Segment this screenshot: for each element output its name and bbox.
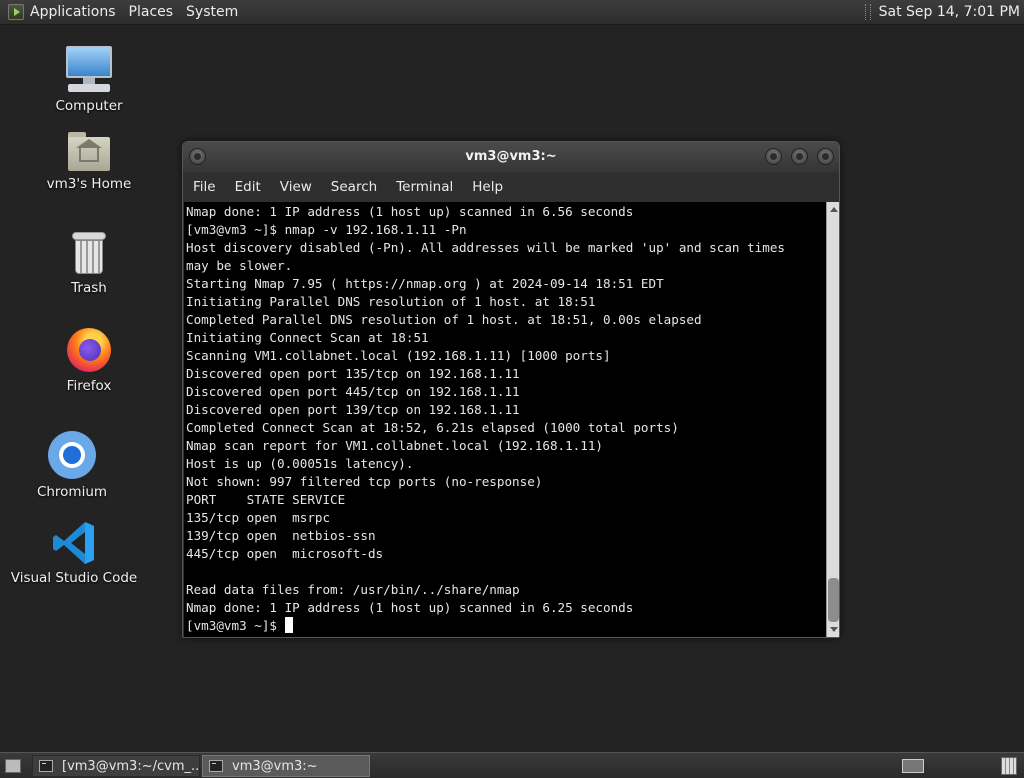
terminal-line: Initiating Parallel DNS resolution of 1 …: [186, 294, 596, 309]
terminal-line: Discovered open port 445/tcp on 192.168.…: [186, 384, 520, 399]
scroll-down-icon[interactable]: [830, 627, 838, 632]
terminal-icon: [39, 760, 53, 772]
terminal-line: Completed Connect Scan at 18:52, 6.21s e…: [186, 420, 679, 435]
terminal-line: Completed Parallel DNS resolution of 1 h…: [186, 312, 702, 327]
terminal-icon: [209, 760, 223, 772]
terminal-line: 135/tcp open msrpc: [186, 510, 331, 525]
desktop-icon-firefox[interactable]: Firefox: [24, 326, 154, 394]
desktop-icon-label: Computer: [55, 98, 123, 114]
terminal-line: Not shown: 997 filtered tcp ports (no-re…: [186, 474, 543, 489]
places-menu[interactable]: Places: [129, 4, 182, 20]
top-panel: Applications Places System Sat Sep 14, 7…: [0, 0, 1024, 25]
terminal-line: Starting Nmap 7.95 ( https://nmap.org ) …: [186, 276, 664, 291]
menu-edit[interactable]: Edit: [225, 179, 270, 195]
close-icon[interactable]: [817, 148, 834, 165]
terminal-menubar: File Edit View Search Terminal Help: [183, 172, 839, 202]
desktop-icon-computer[interactable]: Computer: [24, 46, 154, 114]
window-title: vm3@vm3:~: [465, 149, 557, 164]
terminal-titlebar[interactable]: vm3@vm3:~: [183, 142, 839, 172]
trash-applet-icon[interactable]: [1001, 757, 1017, 775]
terminal-line: Nmap done: 1 IP address (1 host up) scan…: [186, 204, 634, 219]
text-cursor: [284, 617, 293, 633]
terminal-prompt: [vm3@vm3 ~]$: [186, 618, 285, 633]
menu-help[interactable]: Help: [462, 179, 512, 195]
taskbar-item-terminal-1[interactable]: [vm3@vm3:~/cvm_...: [32, 755, 200, 777]
applications-menu[interactable]: Applications: [30, 4, 124, 20]
desktop-icon-chromium[interactable]: Chromium: [7, 430, 137, 500]
trash-icon: [69, 230, 109, 276]
workspace-switcher[interactable]: [902, 759, 924, 773]
panel-handle[interactable]: [864, 4, 871, 20]
terminal-scrollbar[interactable]: [826, 202, 839, 637]
desktop-icon-trash[interactable]: Trash: [24, 230, 154, 296]
desktop-icon-label: Trash: [71, 280, 107, 296]
show-desktop-icon[interactable]: [5, 759, 21, 773]
desktop-icon-label: Chromium: [36, 484, 108, 500]
maximize-icon[interactable]: [791, 148, 808, 165]
computer-icon: [64, 46, 114, 94]
vscode-icon: [50, 520, 98, 566]
bottom-panel: [vm3@vm3:~/cvm_... vm3@vm3:~: [0, 752, 1024, 778]
terminal-output[interactable]: Nmap done: 1 IP address (1 host up) scan…: [184, 202, 826, 637]
menu-terminal[interactable]: Terminal: [386, 179, 462, 195]
chromium-icon: [47, 430, 97, 480]
desktop-icon-vscode[interactable]: Visual Studio Code: [9, 520, 139, 586]
terminal-line: [vm3@vm3 ~]$ nmap -v 192.168.1.11 -Pn: [186, 222, 467, 237]
taskbar-item-terminal-2[interactable]: vm3@vm3:~: [202, 755, 370, 777]
terminal-line: Discovered open port 135/tcp on 192.168.…: [186, 366, 520, 381]
terminal-prompt-line[interactable]: [vm3@vm3 ~]$: [186, 617, 826, 635]
terminal-line: Nmap done: 1 IP address (1 host up) scan…: [186, 600, 634, 615]
terminal-window[interactable]: vm3@vm3:~ File Edit View Search Terminal…: [182, 141, 840, 638]
system-menu[interactable]: System: [186, 4, 246, 20]
terminal-line: Nmap scan report for VM1.collabnet.local…: [186, 438, 604, 453]
terminal-line: Initiating Connect Scan at 18:51: [186, 330, 429, 345]
terminal-line: Discovered open port 139/tcp on 192.168.…: [186, 402, 520, 417]
window-menu-icon[interactable]: [189, 148, 206, 165]
terminal-line: may be slower.: [186, 258, 293, 273]
firefox-icon: [65, 326, 113, 374]
menu-search[interactable]: Search: [321, 179, 386, 195]
clock[interactable]: Sat Sep 14, 7:01 PM: [879, 4, 1020, 20]
home-folder-icon: [66, 132, 112, 172]
desktop-icon-label: vm3's Home: [46, 176, 132, 192]
taskbar-item-label: vm3@vm3:~: [232, 758, 318, 774]
desktop-icon-label: Firefox: [66, 378, 112, 394]
menu-view[interactable]: View: [270, 179, 321, 195]
terminal-line: 139/tcp open netbios-ssn: [186, 528, 376, 543]
minimize-icon[interactable]: [765, 148, 782, 165]
applications-menu-icon[interactable]: [8, 4, 24, 20]
terminal-line: Read data files from: /usr/bin/../share/…: [186, 582, 520, 597]
terminal-line: PORT STATE SERVICE: [186, 492, 346, 507]
menu-file[interactable]: File: [183, 179, 225, 195]
desktop-icon-home[interactable]: vm3's Home: [24, 132, 154, 192]
taskbar-item-label: [vm3@vm3:~/cvm_...: [62, 758, 200, 774]
terminal-line: Host is up (0.00051s latency).: [186, 456, 414, 471]
desktop-icon-label: Visual Studio Code: [10, 570, 138, 586]
scroll-up-icon[interactable]: [830, 207, 838, 212]
terminal-line: Scanning VM1.collabnet.local (192.168.1.…: [186, 348, 611, 363]
terminal-line: Host discovery disabled (-Pn). All addre…: [186, 240, 785, 255]
terminal-line: 445/tcp open microsoft-ds: [186, 546, 384, 561]
scrollbar-thumb[interactable]: [828, 578, 839, 622]
